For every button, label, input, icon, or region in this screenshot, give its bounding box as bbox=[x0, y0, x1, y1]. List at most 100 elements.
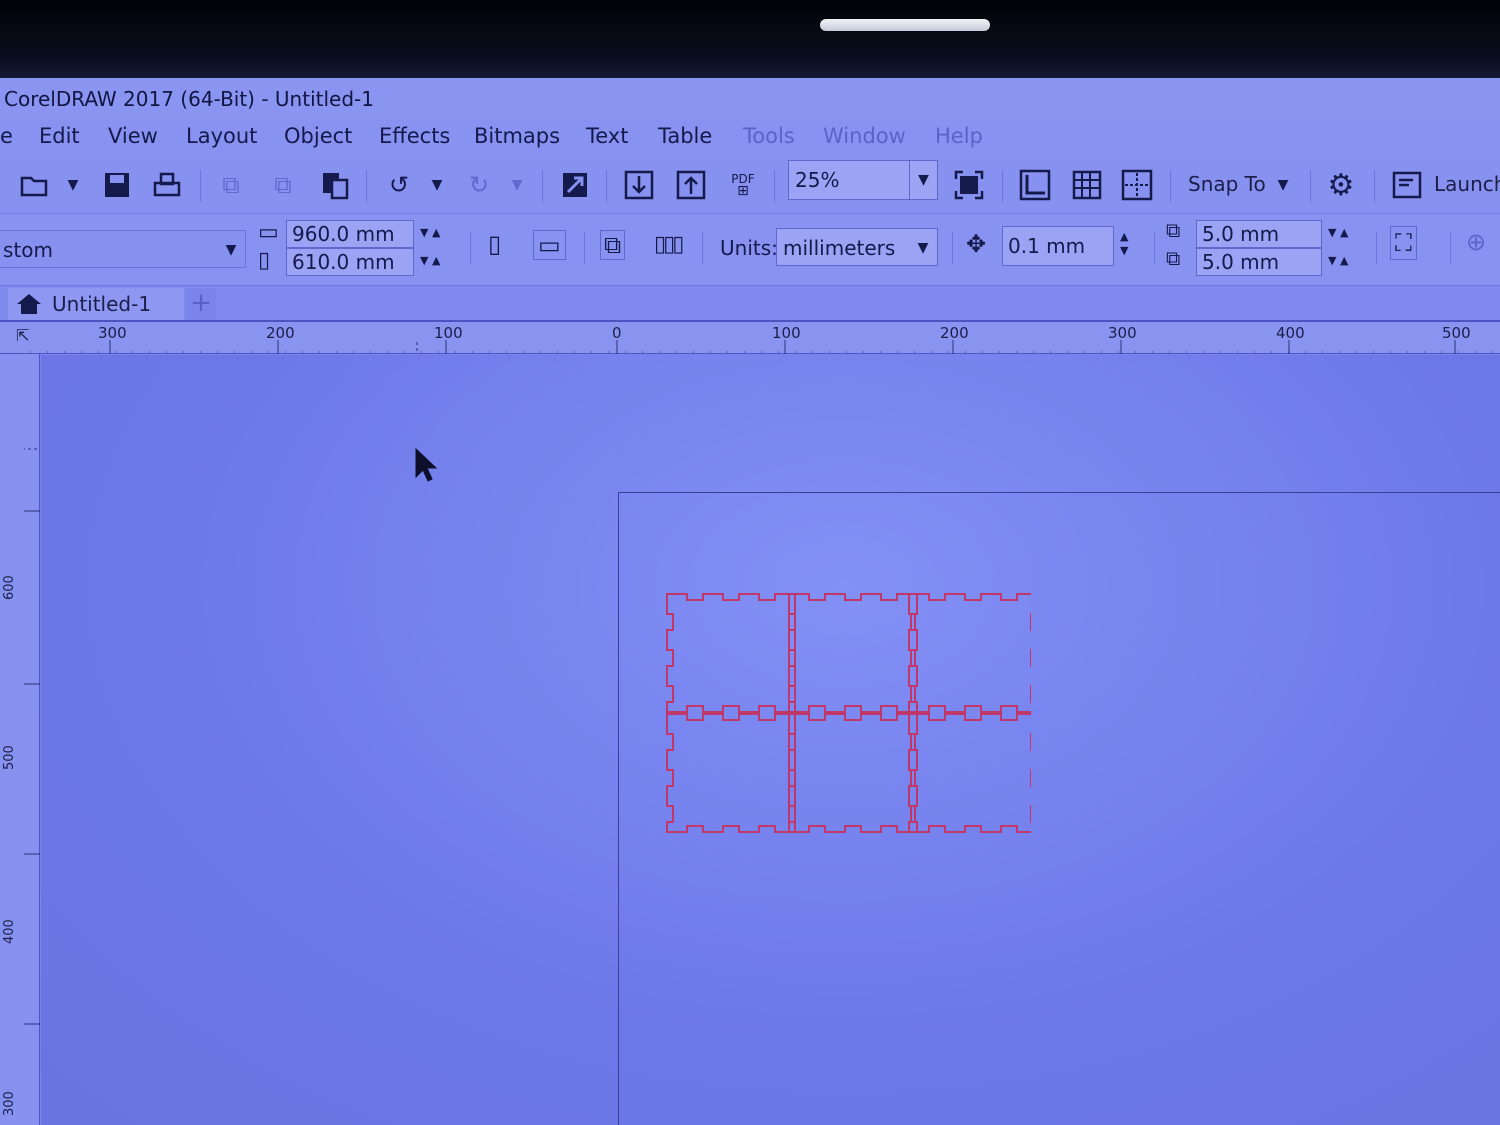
height-spinner-down-icon[interactable]: ▼ ▲ bbox=[420, 254, 440, 267]
menu-object[interactable]: Object bbox=[284, 124, 352, 148]
home-icon bbox=[17, 294, 41, 314]
zoom-combo[interactable]: 25% ▼ bbox=[788, 160, 938, 200]
new-tab-plus-icon[interactable]: + bbox=[186, 288, 216, 320]
monitor-bezel bbox=[0, 0, 1500, 80]
propbar-separator bbox=[1154, 232, 1155, 264]
menu-tools[interactable]: Tools bbox=[743, 124, 795, 148]
open-folder-icon[interactable] bbox=[18, 168, 52, 202]
toolbar-separator bbox=[1374, 170, 1375, 202]
all-pages-icon[interactable]: ⧉ bbox=[600, 230, 626, 260]
duplicate-y-icon: ⧉ bbox=[1166, 246, 1181, 270]
print-icon[interactable] bbox=[150, 168, 184, 202]
paste-icon[interactable] bbox=[318, 168, 352, 202]
snap-to-button[interactable]: Snap To bbox=[1188, 172, 1266, 196]
import-icon[interactable] bbox=[622, 168, 656, 202]
menu-help[interactable]: Help bbox=[935, 124, 983, 148]
box-panel[interactable] bbox=[788, 713, 918, 833]
menu-text[interactable]: Text bbox=[586, 124, 628, 148]
export-icon[interactable] bbox=[674, 168, 708, 202]
page-preset-select[interactable]: stom ▼ bbox=[0, 230, 246, 268]
full-screen-icon[interactable] bbox=[952, 168, 986, 202]
page-width-field[interactable]: 960.0 mm bbox=[286, 220, 414, 248]
units-value: millimeters bbox=[783, 236, 896, 260]
propbar-separator bbox=[584, 232, 585, 264]
light-reflection bbox=[820, 19, 990, 31]
propbar-separator bbox=[952, 232, 953, 264]
ruler-tick-label: 500 bbox=[2, 745, 17, 770]
propbar-separator bbox=[1450, 232, 1451, 264]
property-bar: stom ▼ ▭ ▯ 960.0 mm 610.0 mm ▼ ▲ ▼ ▲ ▯ ▭… bbox=[0, 214, 1500, 286]
launch-button[interactable]: Launch bbox=[1434, 172, 1500, 196]
document-tab-bar: Untitled-1 + bbox=[0, 286, 1500, 322]
propbar-separator bbox=[1376, 232, 1377, 264]
gear-icon[interactable]: ⚙ bbox=[1324, 168, 1358, 203]
landscape-icon[interactable]: ▭ bbox=[533, 230, 566, 260]
edit-bleed-icon[interactable]: ⛶ bbox=[1390, 226, 1417, 260]
show-grid-icon[interactable] bbox=[1070, 168, 1104, 202]
propbar-separator bbox=[702, 232, 703, 264]
search-content-icon[interactable] bbox=[558, 168, 592, 202]
nudge-spinner-icon[interactable]: ▲ ▼ bbox=[1120, 230, 1128, 258]
open-dropdown-arrow-icon[interactable]: ▼ bbox=[56, 168, 90, 202]
publish-pdf-icon[interactable]: PDF ⊞ bbox=[726, 168, 760, 202]
nudge-icon: ✥ bbox=[966, 230, 987, 258]
drawing-canvas[interactable] bbox=[41, 355, 1500, 1125]
toolbar-separator bbox=[1310, 170, 1311, 202]
page-height-field[interactable]: 610.0 mm bbox=[286, 248, 414, 276]
menu-window[interactable]: Window bbox=[823, 124, 906, 148]
box-panel[interactable] bbox=[666, 713, 796, 833]
nudge-distance-field[interactable]: 0.1 mm bbox=[1002, 226, 1114, 266]
dup-x-spinner-icon[interactable]: ▼ ▲ bbox=[1328, 226, 1348, 239]
tab-label: Untitled-1 bbox=[52, 292, 152, 316]
launch-icon[interactable] bbox=[1390, 168, 1424, 202]
show-guidelines-icon[interactable] bbox=[1120, 168, 1154, 202]
menu-layout[interactable]: Layout bbox=[186, 124, 257, 148]
window-title: CorelDRAW 2017 (64-Bit) - Untitled-1 bbox=[0, 78, 1500, 118]
zoom-dropdown-arrow-icon[interactable]: ▼ bbox=[909, 161, 937, 199]
units-select[interactable]: millimeters ▼ bbox=[776, 228, 938, 266]
copy-icon[interactable]: ⧉ bbox=[266, 168, 300, 202]
redo-icon[interactable]: ↻ bbox=[462, 168, 496, 202]
menu-edit[interactable]: Edit bbox=[39, 124, 80, 148]
units-dropdown-arrow-icon[interactable]: ▼ bbox=[909, 229, 937, 265]
show-rulers-icon[interactable] bbox=[1018, 168, 1052, 202]
vertical-ruler[interactable]: 600 500 400 300 bbox=[0, 354, 40, 1125]
ruler-v-ticks bbox=[24, 448, 40, 1025]
menu-effects[interactable]: Effects bbox=[379, 124, 450, 148]
horizontal-ruler[interactable]: ⇱ 300 200 100 0 100 200 300 400 500 bbox=[0, 322, 1500, 354]
current-page-icon[interactable]: ▯▯▯ bbox=[654, 232, 684, 257]
finger-joint-box-parts[interactable] bbox=[661, 590, 1031, 835]
menu-table[interactable]: Table bbox=[658, 124, 712, 148]
duplicate-x-icon: ⧉ bbox=[1166, 218, 1181, 242]
duplicate-y-field[interactable]: 5.0 mm bbox=[1196, 248, 1322, 276]
box-panel[interactable] bbox=[908, 713, 1031, 833]
snap-to-dropdown-arrow-icon[interactable]: ▼ bbox=[1266, 168, 1300, 202]
coreldraw-window: CorelDRAW 2017 (64-Bit) - Untitled-1 e E… bbox=[0, 78, 1500, 1125]
box-panel[interactable] bbox=[788, 593, 918, 713]
page-preset-value: stom bbox=[3, 238, 53, 262]
dup-y-spinner-icon[interactable]: ▼ ▲ bbox=[1328, 254, 1348, 267]
duplicate-x-field[interactable]: 5.0 mm bbox=[1196, 220, 1322, 248]
menu-bar: e Edit View Layout Object Effects Bitmap… bbox=[0, 118, 1500, 158]
undo-icon[interactable]: ↺ bbox=[382, 168, 416, 202]
menu-bitmaps[interactable]: Bitmaps bbox=[474, 124, 560, 148]
toolbar-separator bbox=[774, 170, 775, 202]
page-height-icon: ▯ bbox=[258, 248, 271, 273]
box-panel[interactable] bbox=[908, 593, 1031, 713]
page-preset-dropdown-arrow-icon[interactable]: ▼ bbox=[217, 231, 245, 267]
undo-dropdown-arrow-icon[interactable]: ▼ bbox=[420, 168, 454, 202]
portrait-icon[interactable]: ▯ bbox=[488, 230, 501, 258]
redo-dropdown-arrow-icon[interactable]: ▼ bbox=[500, 168, 534, 202]
save-icon[interactable] bbox=[100, 168, 134, 202]
mouse-cursor-icon bbox=[415, 448, 437, 482]
tab-untitled-1[interactable]: Untitled-1 bbox=[8, 288, 184, 320]
menu-file[interactable]: e bbox=[0, 124, 13, 148]
box-panel[interactable] bbox=[666, 593, 796, 713]
ruler-h-ticks bbox=[30, 340, 1500, 354]
width-spinner-down-icon[interactable]: ▼ ▲ bbox=[420, 226, 440, 239]
toolbar-separator bbox=[1002, 170, 1003, 202]
menu-view[interactable]: View bbox=[108, 124, 158, 148]
add-page-icon[interactable]: ⊕ bbox=[1466, 228, 1486, 256]
toolbar-separator bbox=[366, 170, 367, 202]
cut-icon[interactable]: ⧉ bbox=[214, 168, 248, 202]
